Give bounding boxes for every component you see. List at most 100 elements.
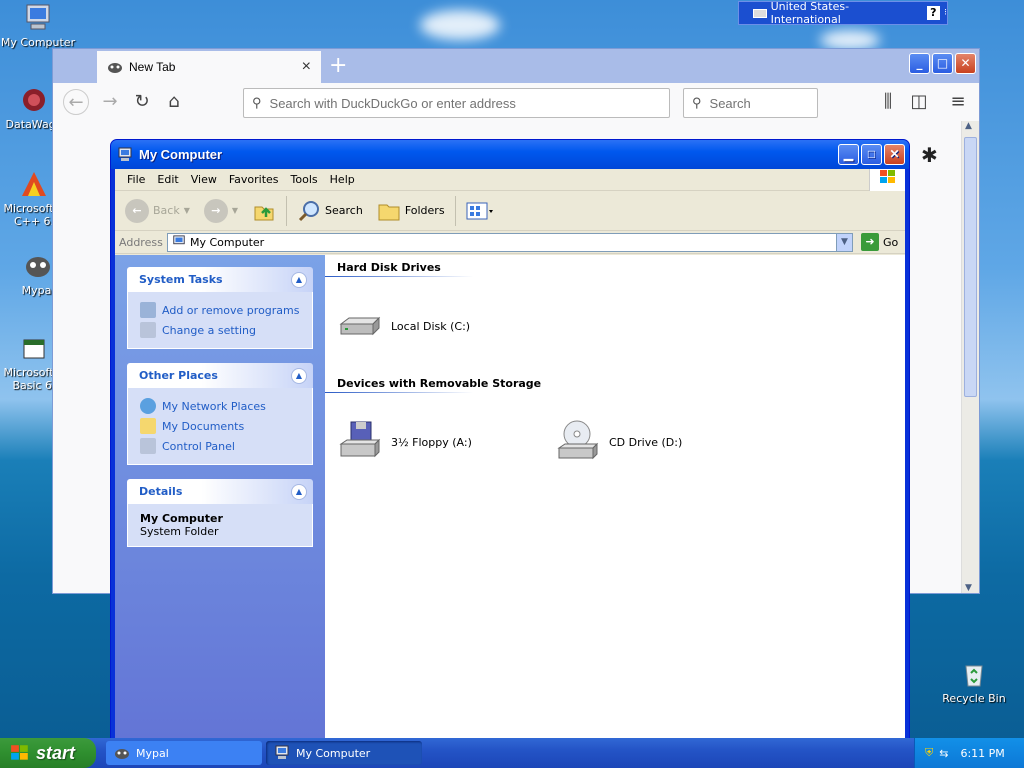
- change-setting-link[interactable]: Change a setting: [140, 320, 300, 340]
- help-icon[interactable]: ?: [926, 6, 941, 20]
- sidebar-icon[interactable]: ◫: [906, 89, 932, 115]
- search-icon: ⚲: [252, 95, 262, 110]
- windows-logo-icon: [869, 169, 905, 191]
- search-input[interactable]: ⚲ Search: [683, 88, 818, 118]
- library-icon[interactable]: ⫼: [875, 89, 901, 115]
- system-tray: ⛨ ⇆ 6:11 PM: [914, 738, 1024, 768]
- gear-icon[interactable]: ✱: [921, 143, 938, 167]
- options-icon[interactable]: ⁝: [944, 8, 947, 18]
- scroll-up-icon[interactable]: ▲: [965, 121, 972, 131]
- other-places-panel: Other Places ▲ My Network Places My Docu…: [127, 363, 313, 465]
- maximize-button[interactable]: □: [861, 144, 882, 165]
- back-label: Back: [153, 204, 180, 217]
- control-panel-link[interactable]: Control Panel: [140, 436, 300, 456]
- title-bar[interactable]: My Computer ▁ □ ✕: [111, 140, 909, 169]
- up-folder-icon: [254, 206, 274, 220]
- maximize-button[interactable]: □: [932, 53, 953, 74]
- close-button[interactable]: ✕: [955, 53, 976, 74]
- search-placeholder: Search: [709, 95, 751, 111]
- desktop-icon-my-computer[interactable]: My Computer: [0, 2, 76, 49]
- drive-cd-d[interactable]: CD Drive (D:): [555, 418, 773, 466]
- menu-favorites[interactable]: Favorites: [223, 171, 285, 188]
- minimize-button[interactable]: ▁: [838, 144, 859, 165]
- explorer-window: My Computer ▁ □ ✕ File Edit View Favorit…: [110, 139, 910, 739]
- other-places-header[interactable]: Other Places ▲: [127, 363, 313, 388]
- folders-button[interactable]: Folders: [373, 197, 449, 225]
- menu-view[interactable]: View: [185, 171, 223, 188]
- go-button[interactable]: ➜ Go: [861, 233, 898, 251]
- floppy-drive-icon: [339, 421, 381, 458]
- panel-title: Details: [139, 485, 183, 498]
- drive-local-disk-c[interactable]: Local Disk (C:): [337, 302, 555, 350]
- taskbar-item-my-computer[interactable]: My Computer: [266, 741, 422, 765]
- language-label: United States-International: [770, 0, 850, 26]
- reload-icon[interactable]: ↻: [129, 89, 155, 115]
- tab-bar: New Tab × + _ □ ✕: [53, 49, 979, 83]
- scrollbar-thumb[interactable]: [964, 137, 977, 397]
- url-placeholder: Search with DuckDuckGo or enter address: [269, 95, 516, 111]
- panel-title: Other Places: [139, 369, 218, 382]
- add-remove-programs-link[interactable]: Add or remove programs: [140, 300, 300, 320]
- views-icon: [466, 202, 493, 219]
- tab-title: New Tab: [129, 60, 176, 74]
- taskbar-item-mypal[interactable]: Mypal: [106, 741, 262, 765]
- start-button[interactable]: start: [0, 738, 96, 768]
- forward-button[interactable]: → ▼: [200, 197, 242, 225]
- mypal-icon: [115, 749, 129, 759]
- hard-disk-icon: [339, 316, 381, 336]
- drive-label: 3½ Floppy (A:): [391, 435, 472, 449]
- language-bar[interactable]: United States-International ? ⁝: [738, 0, 948, 26]
- close-button[interactable]: ✕: [884, 144, 905, 165]
- nav-bar: ← → ↻ ⌂ ⚲ Search with DuckDuckGo or ente…: [53, 83, 979, 121]
- security-shield-icon[interactable]: ⛨: [925, 746, 933, 760]
- system-tasks-header[interactable]: System Tasks ▲: [127, 267, 313, 292]
- menu-tools[interactable]: Tools: [285, 171, 324, 188]
- network-places-link[interactable]: My Network Places: [140, 396, 300, 416]
- home-icon[interactable]: ⌂: [161, 89, 187, 115]
- menu-help[interactable]: Help: [324, 171, 361, 188]
- menu-file[interactable]: File: [121, 171, 151, 188]
- panel-title: System Tasks: [139, 273, 223, 286]
- panel-body: Add or remove programs Change a setting: [127, 292, 313, 349]
- my-documents-link[interactable]: My Documents: [140, 416, 300, 436]
- address-bar: Address My Computer ▼ ➜ Go: [115, 231, 905, 254]
- forward-icon[interactable]: →: [97, 89, 123, 115]
- new-tab-button[interactable]: +: [329, 53, 347, 78]
- panel-body: My Computer System Folder: [127, 504, 313, 547]
- collapse-icon[interactable]: ▲: [291, 483, 307, 500]
- details-name: My Computer: [140, 512, 223, 525]
- computer-icon: [118, 147, 132, 161]
- tab-close-icon[interactable]: ×: [302, 58, 311, 76]
- chevron-down-icon[interactable]: ▼: [836, 233, 852, 251]
- scroll-down-icon[interactable]: ▼: [965, 583, 972, 593]
- taskbar-item-label: Mypal: [136, 746, 169, 760]
- window-body: File Edit View Favorites Tools Help ← Ba…: [115, 169, 905, 738]
- computer-icon: [173, 235, 185, 245]
- details-header[interactable]: Details ▲: [127, 479, 313, 504]
- network-icon: [140, 398, 156, 414]
- details-type: System Folder: [140, 525, 219, 538]
- collapse-icon[interactable]: ▲: [291, 367, 307, 384]
- menu-icon[interactable]: ≡: [945, 89, 971, 115]
- minimize-button[interactable]: _: [909, 53, 930, 74]
- tab-new-tab[interactable]: New Tab ×: [97, 51, 321, 83]
- back-icon[interactable]: ←: [63, 89, 89, 115]
- search-button[interactable]: Search: [293, 197, 367, 225]
- cloud: [820, 30, 880, 50]
- collapse-icon[interactable]: ▲: [291, 271, 307, 288]
- network-icon[interactable]: ⇆: [939, 747, 948, 760]
- start-label: start: [36, 742, 76, 763]
- search-icon: ⚲: [692, 95, 702, 110]
- views-button[interactable]: [462, 199, 498, 223]
- back-button[interactable]: ← Back ▼: [121, 197, 194, 225]
- menu-edit[interactable]: Edit: [151, 171, 184, 188]
- clock[interactable]: 6:11 PM: [960, 747, 1004, 760]
- system-tasks-panel: System Tasks ▲ Add or remove programs Ch…: [127, 267, 313, 349]
- up-folder-button[interactable]: [248, 197, 280, 225]
- address-input[interactable]: My Computer ▼: [167, 232, 853, 252]
- desktop-icon-recycle-bin[interactable]: Recycle Bin: [936, 658, 1012, 705]
- drive-floppy-a[interactable]: 3½ Floppy (A:): [337, 418, 555, 466]
- url-bar[interactable]: ⚲ Search with DuckDuckGo or enter addres…: [243, 88, 670, 118]
- scrollbar[interactable]: ▲ ▼: [961, 121, 979, 593]
- taskbar: start Mypal My Computer ⛨ ⇆ 6:11 PM: [0, 738, 1024, 768]
